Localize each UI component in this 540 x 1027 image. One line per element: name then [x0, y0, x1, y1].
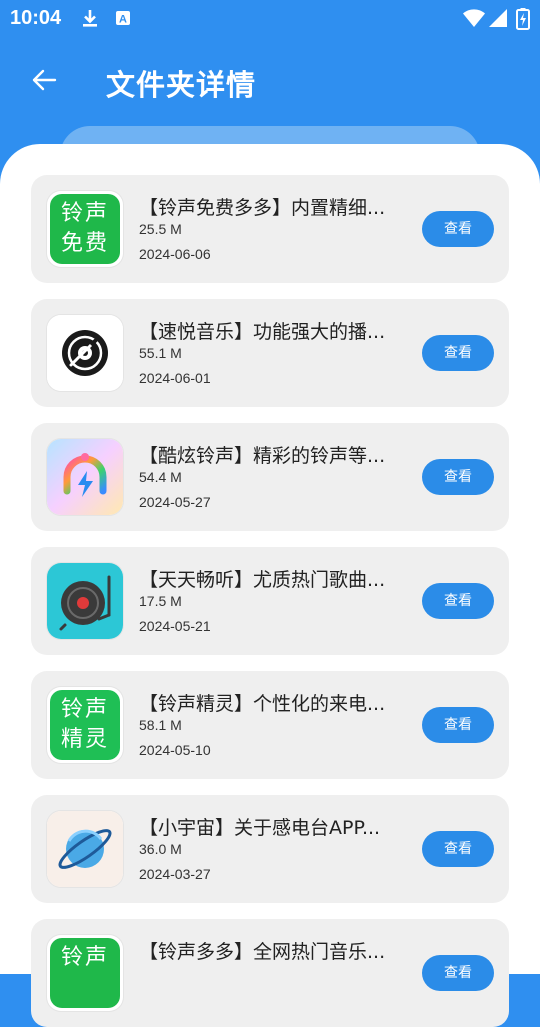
- item-date: 2024-05-27: [139, 494, 211, 510]
- item-date: 2024-05-10: [139, 742, 211, 758]
- svg-text:A: A: [119, 14, 127, 26]
- item-size: 36.0 M: [139, 841, 182, 857]
- icon-text-line: 免费: [60, 231, 109, 256]
- item-title: 【速悦音乐】功能强大的播...: [139, 321, 386, 343]
- battery-charging-icon: [516, 8, 530, 34]
- item-size: 55.1 M: [139, 345, 182, 361]
- item-size: 25.5 M: [139, 221, 182, 237]
- back-button[interactable]: [26, 62, 62, 98]
- view-button[interactable]: 查看: [422, 707, 494, 743]
- ringtone-duoduo-icon: 铃声: [47, 935, 123, 1011]
- status-bar: 10:04 A: [0, 0, 540, 36]
- item-date: 2024-05-21: [139, 618, 211, 634]
- item-title: 【天天畅听】尤质热门歌曲...: [139, 569, 386, 591]
- view-button[interactable]: 查看: [422, 211, 494, 247]
- icon-text-line: 铃声: [60, 945, 109, 970]
- view-button[interactable]: 查看: [422, 955, 494, 991]
- ringtone-sprite-icon: 铃声 精灵: [47, 687, 123, 763]
- item-size: 17.5 M: [139, 593, 182, 609]
- icon-text-line: 精灵: [60, 727, 109, 752]
- list-item[interactable]: 铃声 【铃声多多】全网热门音乐... 查看: [31, 919, 509, 1027]
- planet-icon: [47, 811, 123, 887]
- item-size: 54.4 M: [139, 469, 182, 485]
- list-item[interactable]: 【酷炫铃声】精彩的铃声等... 54.4 M 2024-05-27 查看: [31, 423, 509, 531]
- list-item[interactable]: 【速悦音乐】功能强大的播... 55.1 M 2024-06-01 查看: [31, 299, 509, 407]
- view-button[interactable]: 查看: [422, 583, 494, 619]
- icon-text-line: 铃声: [60, 697, 109, 722]
- item-date: 2024-06-01: [139, 370, 211, 386]
- app-header: 文件夹详情: [0, 36, 540, 126]
- wifi-icon: [462, 8, 486, 32]
- icon-text-line: 铃声: [60, 201, 109, 226]
- view-button[interactable]: 查看: [422, 459, 494, 495]
- page-title: 文件夹详情: [106, 68, 257, 102]
- item-size: 58.1 M: [139, 717, 182, 733]
- item-title: 【铃声精灵】个性化的来电...: [139, 693, 386, 715]
- status-time: 10:04: [10, 7, 62, 29]
- item-title: 【铃声免费多多】内置精细...: [139, 197, 386, 219]
- vinyl-disc-icon: [47, 315, 123, 391]
- rainbow-bell-icon: [47, 439, 123, 515]
- record-player-icon: [47, 563, 123, 639]
- view-button[interactable]: 查看: [422, 831, 494, 867]
- item-title: 【酷炫铃声】精彩的铃声等...: [139, 445, 386, 467]
- view-button[interactable]: 查看: [422, 335, 494, 371]
- download-icon: [80, 8, 100, 32]
- keyboard-a-icon: A: [114, 8, 132, 32]
- list-item[interactable]: 铃声 免费 【铃声免费多多】内置精细... 25.5 M 2024-06-06 …: [31, 175, 509, 283]
- list-item[interactable]: 【小宇宙】关于感电台APP... 36.0 M 2024-03-27 查看: [31, 795, 509, 903]
- item-date: 2024-03-27: [139, 866, 211, 882]
- list-item[interactable]: 铃声 精灵 【铃声精灵】个性化的来电... 58.1 M 2024-05-10 …: [31, 671, 509, 779]
- list-item[interactable]: 【天天畅听】尤质热门歌曲... 17.5 M 2024-05-21 查看: [31, 547, 509, 655]
- item-date: 2024-06-06: [139, 246, 211, 262]
- back-arrow-icon: [32, 69, 57, 91]
- content-panel: 铃声 免费 【铃声免费多多】内置精细... 25.5 M 2024-06-06 …: [0, 144, 540, 1027]
- item-title: 【小宇宙】关于感电台APP...: [139, 817, 381, 839]
- ringtone-free-icon: 铃声 免费: [47, 191, 123, 267]
- cell-signal-icon: [488, 8, 508, 32]
